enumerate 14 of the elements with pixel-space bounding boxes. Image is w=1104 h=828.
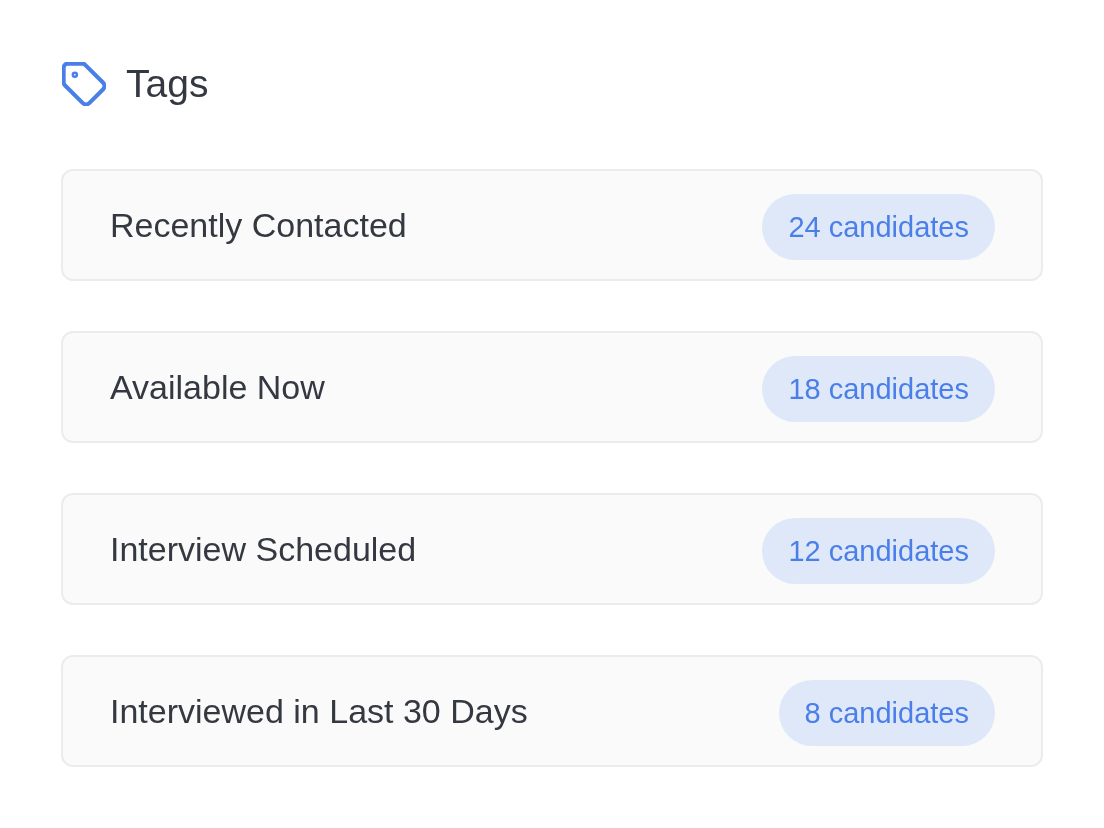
candidate-count-badge: 24 candidates xyxy=(762,194,995,260)
tag-card[interactable]: Recently Contacted 24 candidates xyxy=(61,169,1043,281)
candidate-count-badge: 12 candidates xyxy=(762,518,995,584)
tag-name: Available Now xyxy=(110,367,325,407)
candidate-count-badge: 8 candidates xyxy=(778,680,995,746)
tag-card[interactable]: Interviewed in Last 30 Days 8 candidates xyxy=(61,655,1043,767)
tag-name: Interviewed in Last 30 Days xyxy=(110,691,528,731)
tag-icon xyxy=(62,62,106,106)
tag-card[interactable]: Interview Scheduled 12 candidates xyxy=(61,493,1043,605)
tag-name: Interview Scheduled xyxy=(110,529,417,569)
section-title: Tags xyxy=(126,61,209,107)
tag-card[interactable]: Available Now 18 candidates xyxy=(61,331,1043,443)
candidate-count-badge: 18 candidates xyxy=(762,356,995,422)
tag-name: Recently Contacted xyxy=(110,205,407,245)
